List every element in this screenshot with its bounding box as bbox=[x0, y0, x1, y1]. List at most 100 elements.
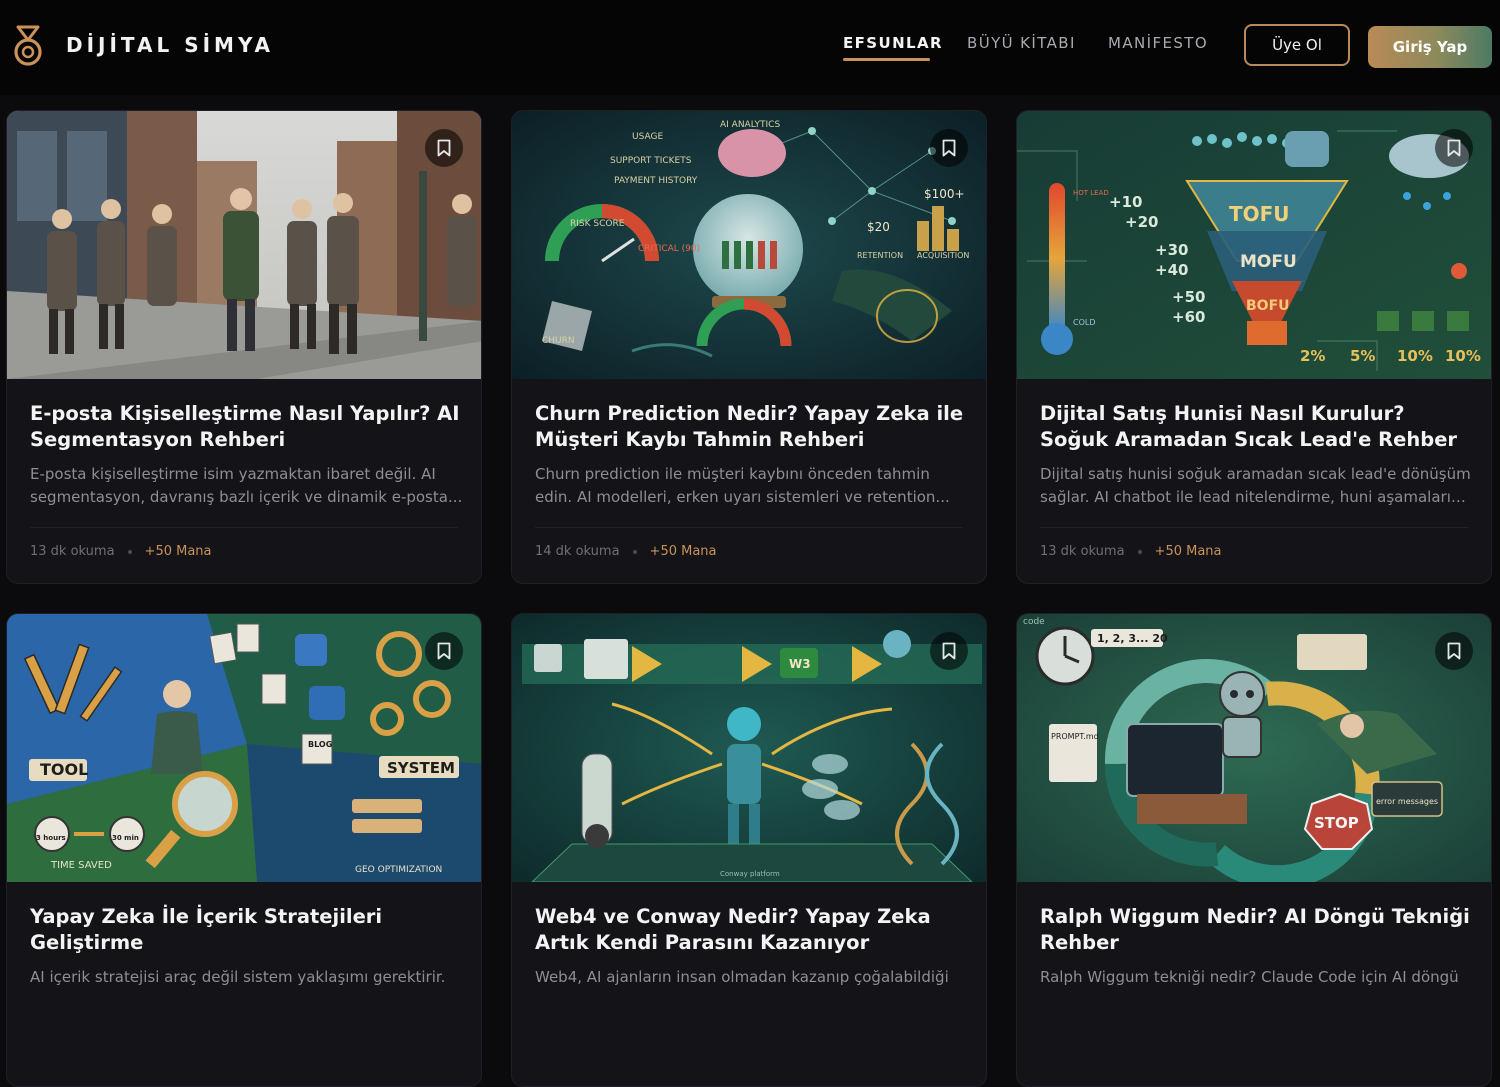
article-title[interactable]: Churn Prediction Nedir? Yapay Zeka ile M… bbox=[535, 401, 965, 453]
image-label: 2% bbox=[1300, 347, 1325, 365]
bookmark-button[interactable] bbox=[930, 129, 968, 167]
image-label: CHURN bbox=[542, 336, 575, 346]
image-label: SUPPORT TICKETS bbox=[610, 156, 692, 166]
image-label: COLD bbox=[1073, 318, 1096, 327]
bookmark-icon bbox=[942, 139, 956, 157]
article-card[interactable]: 1, 2, 3... 20 PROMPT.md STOP error messa… bbox=[1016, 613, 1492, 1087]
meta-separator bbox=[632, 549, 637, 554]
image-label: +40 bbox=[1155, 261, 1188, 279]
article-thumbnail-street-crowd[interactable] bbox=[7, 111, 482, 379]
read-time: 13 dk okuma bbox=[1040, 544, 1125, 559]
article-card[interactable]: E-posta Kişiselleştirme Nasıl Yapılır? A… bbox=[6, 110, 482, 584]
bookmark-icon bbox=[942, 642, 956, 660]
article-thumbnail-content-strategy[interactable]: TOOL SYSTEM TIME SAVED GEO OPTIMIZATION … bbox=[7, 614, 482, 882]
image-label: SYSTEM bbox=[387, 759, 455, 777]
image-label: STOP bbox=[1314, 814, 1359, 832]
nav-item-manifesto[interactable]: MANİFESTO bbox=[1108, 34, 1208, 52]
card-divider bbox=[30, 527, 458, 528]
site-header: DİJİTAL SİMYA EFSUNLAR BÜYÜ KİTABI MANİF… bbox=[0, 0, 1500, 95]
article-title[interactable]: Web4 ve Conway Nedir? Yapay Zeka Artık K… bbox=[535, 904, 965, 956]
article-card[interactable]: W3 Conway platform Web4 ve Conway Nedir?… bbox=[511, 613, 987, 1087]
image-label: Conway platform bbox=[720, 870, 780, 878]
article-title[interactable]: Ralph Wiggum Nedir? AI Döngü Tekniği Reh… bbox=[1040, 904, 1470, 956]
article-excerpt: Dijital satış hunisi soğuk aramadan sıca… bbox=[1040, 465, 1471, 506]
bookmark-icon bbox=[437, 139, 451, 157]
image-label: 1, 2, 3... 20 bbox=[1097, 632, 1168, 645]
image-label: CRITICAL (90) bbox=[638, 244, 700, 254]
image-label: TIME SAVED bbox=[50, 860, 112, 871]
meta-separator bbox=[127, 549, 132, 554]
image-label: W3 bbox=[789, 657, 811, 671]
article-excerpt: Web4, AI ajanların insan olmadan kazanıp… bbox=[535, 968, 949, 986]
article-title[interactable]: E-posta Kişiselleştirme Nasıl Yapılır? A… bbox=[30, 401, 460, 453]
article-title[interactable]: Yapay Zeka İle İçerik Stratejileri Geliş… bbox=[30, 904, 460, 956]
article-thumbnail-ralph-loop[interactable]: 1, 2, 3... 20 PROMPT.md STOP error messa… bbox=[1017, 614, 1492, 882]
read-time: 14 dk okuma bbox=[535, 544, 620, 559]
article-card[interactable]: TOOL SYSTEM TIME SAVED GEO OPTIMIZATION … bbox=[6, 613, 482, 1087]
mana-reward: +50 Mana bbox=[1154, 544, 1222, 559]
image-label: $20 bbox=[867, 220, 890, 234]
bookmark-button[interactable] bbox=[930, 632, 968, 670]
read-time: 13 dk okuma bbox=[30, 544, 115, 559]
image-label: +20 bbox=[1125, 213, 1158, 231]
image-label: TOFU bbox=[1229, 202, 1290, 226]
article-excerpt: Ralph Wiggum tekniği nedir? Claude Code … bbox=[1040, 968, 1459, 986]
article-meta: 13 dk okuma +50 Mana bbox=[30, 544, 212, 559]
image-label: RISK SCORE bbox=[570, 219, 625, 229]
meta-separator bbox=[1137, 549, 1142, 554]
image-label: 3 hours bbox=[36, 834, 66, 842]
bookmark-button[interactable] bbox=[425, 632, 463, 670]
image-label: PROMPT.md bbox=[1051, 732, 1099, 741]
image-label: error messages bbox=[1376, 797, 1438, 806]
image-label: HOT LEAD bbox=[1073, 189, 1109, 197]
bookmark-icon bbox=[1447, 642, 1461, 660]
login-button[interactable]: Giriş Yap bbox=[1368, 26, 1492, 68]
image-label: USAGE bbox=[632, 132, 663, 142]
article-card[interactable]: USAGE SUPPORT TICKETS PAYMENT HISTORY AI… bbox=[511, 110, 987, 584]
nav-item-buyu-kitabi[interactable]: BÜYÜ KİTABI bbox=[967, 34, 1076, 52]
brand-name[interactable]: DİJİTAL SİMYA bbox=[66, 33, 274, 57]
image-label: +50 bbox=[1172, 288, 1205, 306]
image-label: BLOG bbox=[308, 740, 332, 749]
nav-item-efsunlar[interactable]: EFSUNLAR bbox=[843, 34, 943, 52]
image-label: TOOL bbox=[40, 760, 88, 779]
image-label: GEO OPTIMIZATION bbox=[355, 865, 442, 875]
article-title[interactable]: Dijital Satış Hunisi Nasıl Kurulur? Soğu… bbox=[1040, 401, 1470, 453]
article-thumbnail-sales-funnel[interactable]: TOFU MOFU BOFU +10 +20 +30 +40 +50 +60 2… bbox=[1017, 111, 1492, 379]
article-excerpt: AI içerik stratejisi araç değil sistem y… bbox=[30, 968, 446, 986]
article-thumbnail-churn-analytics[interactable]: USAGE SUPPORT TICKETS PAYMENT HISTORY AI… bbox=[512, 111, 987, 379]
image-label: 10% bbox=[1445, 347, 1481, 365]
card-divider bbox=[535, 527, 963, 528]
image-label: BOFU bbox=[1246, 298, 1290, 314]
image-label: +30 bbox=[1155, 241, 1188, 259]
image-label: RETENTION bbox=[857, 251, 903, 260]
alchemy-logo-icon[interactable] bbox=[12, 24, 44, 68]
image-label: +10 bbox=[1109, 193, 1142, 211]
article-thumbnail-web4-conway[interactable]: W3 Conway platform bbox=[512, 614, 987, 882]
article-excerpt: Churn prediction ile müşteri kaybını önc… bbox=[535, 465, 950, 506]
card-divider bbox=[1040, 527, 1468, 528]
image-label: ACQUISITION bbox=[917, 251, 969, 260]
image-label: code bbox=[1023, 617, 1045, 627]
image-label: 30 min bbox=[112, 834, 139, 842]
image-label: MOFU bbox=[1240, 252, 1297, 272]
article-meta: 14 dk okuma +50 Mana bbox=[535, 544, 717, 559]
image-label: 10% bbox=[1397, 347, 1433, 365]
bookmark-button[interactable] bbox=[1435, 129, 1473, 167]
bookmark-button[interactable] bbox=[425, 129, 463, 167]
image-label: PAYMENT HISTORY bbox=[614, 176, 698, 186]
bookmark-button[interactable] bbox=[1435, 632, 1473, 670]
mana-reward: +50 Mana bbox=[144, 544, 212, 559]
article-meta: 13 dk okuma +50 Mana bbox=[1040, 544, 1222, 559]
bookmark-icon bbox=[437, 642, 451, 660]
mana-reward: +50 Mana bbox=[649, 544, 717, 559]
bookmark-icon bbox=[1447, 139, 1461, 157]
register-button[interactable]: Üye Ol bbox=[1244, 24, 1350, 66]
active-nav-indicator bbox=[843, 58, 930, 61]
image-label: AI ANALYTICS bbox=[720, 120, 780, 130]
image-label: +60 bbox=[1172, 308, 1205, 326]
article-card[interactable]: TOFU MOFU BOFU +10 +20 +30 +40 +50 +60 2… bbox=[1016, 110, 1492, 584]
article-excerpt: E-posta kişiselleştirme isim yazmaktan i… bbox=[30, 465, 463, 506]
image-label: $100+ bbox=[924, 187, 965, 201]
image-label: 5% bbox=[1350, 347, 1375, 365]
